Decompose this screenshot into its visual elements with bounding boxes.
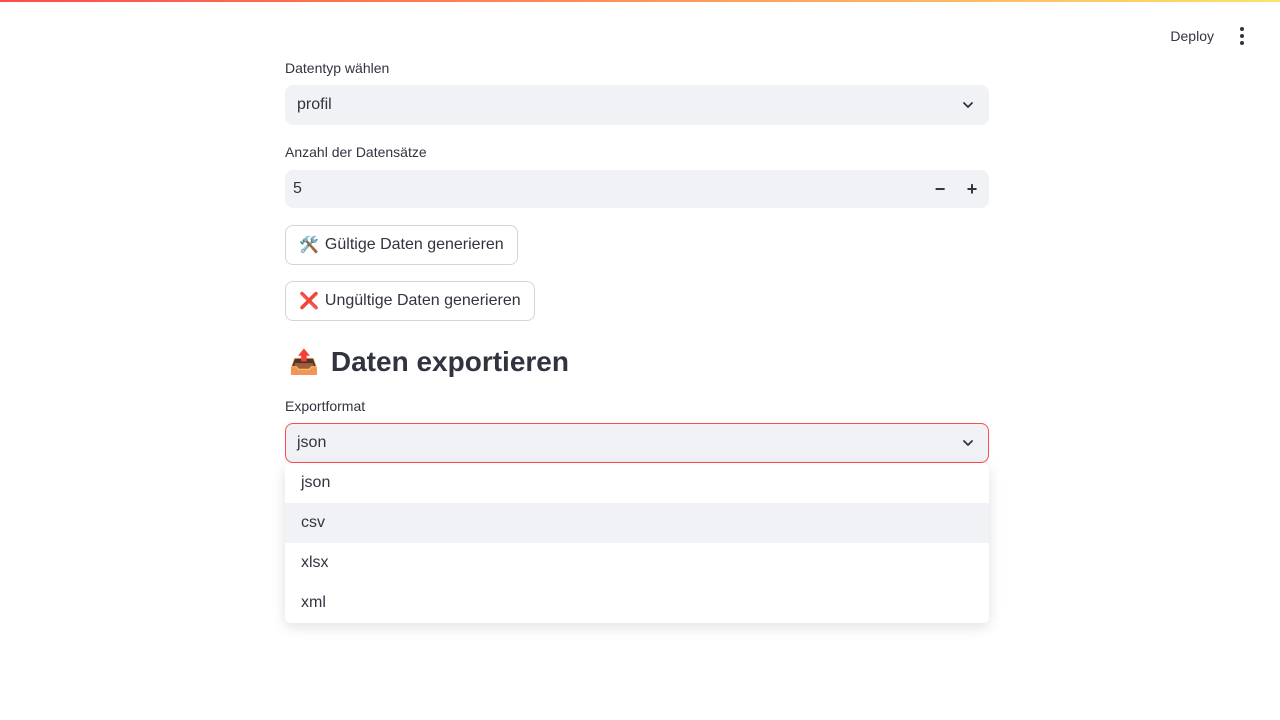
- deploy-button[interactable]: Deploy: [1160, 22, 1224, 50]
- chevron-down-icon: [963, 440, 973, 446]
- cross-icon: ❌: [299, 293, 319, 310]
- dropdown-option-csv[interactable]: csv: [285, 503, 989, 543]
- export-format-select[interactable]: json: [285, 423, 989, 463]
- chevron-down-icon: [963, 102, 973, 108]
- generate-invalid-button[interactable]: ❌ Ungültige Daten generieren: [285, 281, 535, 321]
- count-label: Anzahl der Datensätze: [285, 144, 427, 160]
- dropdown-option-json[interactable]: json: [285, 463, 989, 503]
- export-format-label: Exportformat: [285, 398, 366, 414]
- dropdown-option-xml[interactable]: xml: [285, 583, 989, 623]
- export-heading-text: Daten exportieren: [330, 346, 569, 377]
- count-number-input[interactable]: 5 − +: [285, 170, 989, 208]
- tools-icon: 🛠️: [299, 237, 319, 254]
- datatype-label: Datentyp wählen: [285, 60, 390, 76]
- generate-valid-button[interactable]: 🛠️ Gültige Daten generieren: [285, 225, 518, 265]
- app-header: Deploy: [880, 0, 1280, 72]
- export-heading: 📤 Daten exportieren: [289, 342, 569, 382]
- decrement-button[interactable]: −: [924, 170, 956, 208]
- generate-invalid-label: Ungültige Daten generieren: [324, 292, 521, 309]
- kebab-menu-icon[interactable]: [1228, 22, 1256, 50]
- increment-button[interactable]: +: [956, 170, 988, 208]
- count-value[interactable]: 5: [293, 170, 302, 208]
- datatype-select-value: profil: [297, 96, 332, 113]
- dropdown-option-xlsx[interactable]: xlsx: [285, 543, 989, 583]
- export-format-dropdown: json csv xlsx xml: [285, 463, 989, 623]
- export-format-value: json: [297, 434, 327, 451]
- outbox-icon: 📤: [289, 348, 319, 376]
- generate-valid-label: Gültige Daten generieren: [324, 236, 504, 253]
- datatype-select[interactable]: profil: [285, 85, 989, 125]
